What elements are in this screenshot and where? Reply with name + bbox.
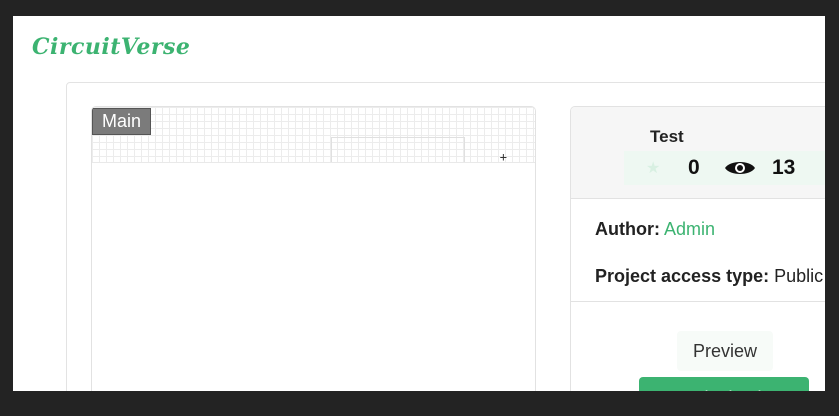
plus-icon[interactable]: + <box>500 150 507 164</box>
page-frame: CircuitVerse Main + Test ★ 0 13 Author: … <box>13 16 825 391</box>
launch-simulator-button[interactable]: Launch simulator <box>639 377 809 391</box>
author-label: Author: <box>595 219 660 239</box>
preview-button[interactable]: Preview <box>677 331 773 371</box>
circuit-canvas[interactable] <box>92 162 535 391</box>
circuit-preview-panel: Main + <box>91 106 536 391</box>
project-title: Test <box>650 127 684 146</box>
project-info-panel: Test ★ 0 13 Author: Admin Project access… <box>570 106 825 391</box>
view-count: 13 <box>772 156 796 179</box>
divider <box>571 301 825 302</box>
canvas-grid <box>92 107 535 163</box>
author-link[interactable]: Admin <box>664 219 715 239</box>
access-value: Public <box>774 266 824 286</box>
access-label: Project access type: <box>595 266 770 286</box>
author-row: Author: Admin <box>595 219 715 240</box>
star-count: 0 <box>688 156 700 179</box>
project-header: Test ★ 0 13 <box>571 107 825 199</box>
ghost-component <box>331 137 465 163</box>
circuitverse-logo[interactable]: CircuitVerse <box>32 34 190 60</box>
star-icon[interactable]: ★ <box>646 160 662 176</box>
access-row: Project access type: Public <box>595 266 823 287</box>
project-stats: ★ 0 13 <box>624 151 825 185</box>
eye-icon <box>725 162 755 174</box>
tab-main[interactable]: Main <box>92 108 152 135</box>
